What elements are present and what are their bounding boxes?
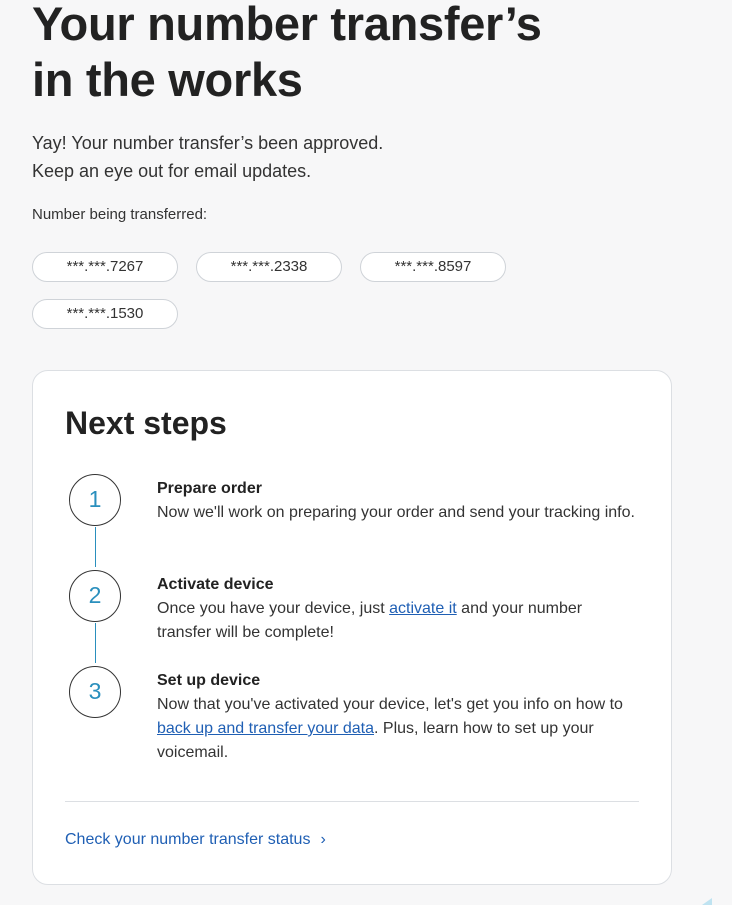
approval-message-line-2: Keep an eye out for email updates. xyxy=(32,161,312,181)
backup-transfer-data-link[interactable]: back up and transfer your data xyxy=(157,720,374,737)
activate-it-link[interactable]: activate it xyxy=(389,600,457,617)
step-connector-line xyxy=(95,527,96,567)
step-2-content: Activate device Once you have your devic… xyxy=(157,573,637,645)
step-1-content: Prepare order Now we'll work on preparin… xyxy=(157,477,637,525)
number-chip: ***.***.1530 xyxy=(32,299,178,329)
next-steps-title: Next steps xyxy=(65,405,227,441)
step-2-description-start: Once you have your device, just xyxy=(157,600,390,617)
step-3-title: Set up device xyxy=(157,672,261,689)
next-steps-card: Next steps 1 Prepare order Now we'll wor… xyxy=(32,370,672,885)
check-transfer-status-link[interactable]: Check your number transfer status › xyxy=(65,829,326,851)
step-1-description: Now we'll work on preparing your order a… xyxy=(157,504,635,521)
step-connector-line xyxy=(95,623,96,663)
chevron-right-icon: › xyxy=(320,831,326,848)
step-3-circle: 3 xyxy=(69,666,121,718)
page-title-line-2: in the works xyxy=(32,53,303,106)
step-2-title: Activate device xyxy=(157,576,274,593)
step-1-title: Prepare order xyxy=(157,480,262,497)
page: Your number transfer’s in the works Yay!… xyxy=(0,0,732,905)
approval-message: Yay! Your number transfer’s been approve… xyxy=(32,129,672,185)
page-title-line-1: Your number transfer’s xyxy=(32,0,542,50)
number-chip: ***.***.8597 xyxy=(360,252,506,282)
corner-decoration xyxy=(702,898,712,905)
step-1-circle: 1 xyxy=(69,474,121,526)
number-chip: ***.***.2338 xyxy=(196,252,342,282)
check-transfer-status-label: Check your number transfer status xyxy=(65,831,311,848)
step-2-circle: 2 xyxy=(69,570,121,622)
card-divider xyxy=(65,801,639,802)
number-chip: ***.***.7267 xyxy=(32,252,178,282)
step-3-description-start: Now that you've activated your device, l… xyxy=(157,696,623,713)
numbers-label: Number being transferred: xyxy=(32,206,208,223)
page-title: Your number transfer’s in the works xyxy=(32,0,672,108)
step-3-content: Set up device Now that you've activated … xyxy=(157,669,637,765)
approval-message-line-1: Yay! Your number transfer’s been approve… xyxy=(32,133,384,153)
